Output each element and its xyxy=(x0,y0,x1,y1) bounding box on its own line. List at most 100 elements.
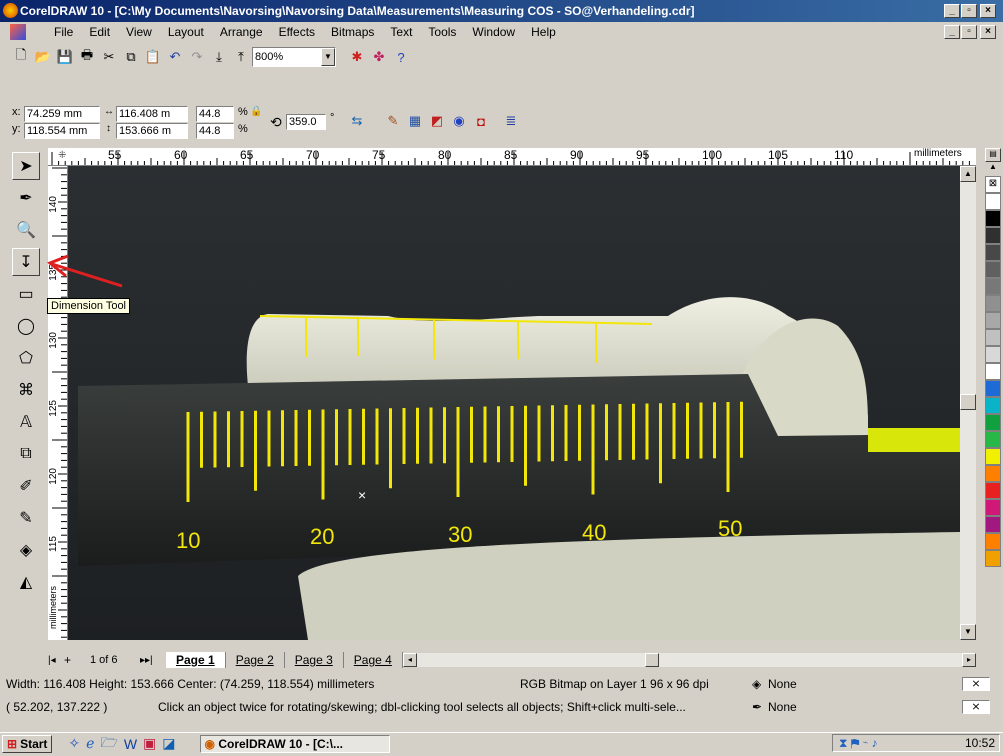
x-position-field[interactable]: 74.259 mm xyxy=(24,106,100,122)
color-mask-icon[interactable]: ◘ xyxy=(470,110,492,132)
menu-layout[interactable]: Layout xyxy=(160,22,212,42)
color-swatch[interactable] xyxy=(985,431,1001,448)
export-icon[interactable]: ⤒ xyxy=(230,46,252,68)
shape-tool-icon[interactable]: ✒ xyxy=(12,184,40,212)
menu-view[interactable]: View xyxy=(118,22,160,42)
new-icon[interactable]: 🗋 xyxy=(10,46,32,68)
menu-arrange[interactable]: Arrange xyxy=(212,22,271,42)
ie-icon[interactable]: ℯ xyxy=(86,735,94,752)
paste-icon[interactable]: 📋 xyxy=(142,46,164,68)
pick-tool-icon[interactable]: ➤ xyxy=(12,152,40,180)
whats-this-icon[interactable]: ? xyxy=(390,46,412,68)
chevron-down-icon[interactable]: ▼ xyxy=(321,48,335,66)
trace-bitmap-icon[interactable]: ✎ xyxy=(382,110,404,132)
lock-ratio-icon[interactable]: 🔒 xyxy=(250,106,262,117)
tab-page-4[interactable]: Page 4 xyxy=(344,652,403,668)
wrap-text-icon[interactable]: ≣ xyxy=(500,110,522,132)
color-swatch[interactable] xyxy=(985,346,1001,363)
start-button[interactable]: ⊞ Start xyxy=(2,734,53,753)
word-icon[interactable]: W xyxy=(124,736,137,752)
tab-page-1[interactable]: Page 1 xyxy=(166,652,226,668)
color-swatch[interactable] xyxy=(985,193,1001,210)
color-swatch[interactable] xyxy=(985,516,1001,533)
redo-icon[interactable]: ↷ xyxy=(186,46,208,68)
color-swatch[interactable] xyxy=(985,312,1001,329)
undo-icon[interactable]: ↶ xyxy=(164,46,186,68)
eyedropper-tool-icon[interactable]: ✐ xyxy=(12,472,40,500)
color-swatch[interactable] xyxy=(985,550,1001,567)
horizontal-scrollbar[interactable] xyxy=(416,653,962,667)
no-color-swatch[interactable]: ⊠ xyxy=(985,176,1001,193)
quicklaunch-icon[interactable]: ✧ xyxy=(68,735,80,752)
interactive-blend-tool-icon[interactable]: ⧉ xyxy=(12,440,40,468)
y-position-field[interactable]: 118.554 mm xyxy=(24,123,100,139)
cut-icon[interactable]: ✂ xyxy=(98,46,120,68)
scale-x-field[interactable]: 44.8 xyxy=(196,106,234,122)
horizontal-ruler[interactable]: ⁜ 55 60 65 70 75 80 85 90 95 100 105 110… xyxy=(48,148,976,166)
explorer-icon[interactable]: 🗁 xyxy=(100,732,117,756)
print-icon[interactable]: 🖶 xyxy=(76,46,98,68)
minimize-button[interactable]: _ xyxy=(944,4,960,18)
outline-tool-icon[interactable]: ✎ xyxy=(12,504,40,532)
menu-tools[interactable]: Tools xyxy=(420,22,464,42)
color-swatch[interactable] xyxy=(985,210,1001,227)
color-swatch[interactable] xyxy=(985,380,1001,397)
menu-effects[interactable]: Effects xyxy=(271,22,323,42)
color-swatch[interactable] xyxy=(985,363,1001,380)
doc-close-button[interactable]: × xyxy=(980,25,996,39)
first-page-icon[interactable]: |◂ xyxy=(48,655,64,666)
resample-icon[interactable]: ◉ xyxy=(448,110,470,132)
drawing-canvas[interactable]: 10 20 30 40 50 × xyxy=(68,166,960,640)
interactive-fill-tool-icon[interactable]: ◭ xyxy=(12,568,40,596)
zoom-select[interactable]: 800% ▼ xyxy=(252,47,336,67)
tab-page-3[interactable]: Page 3 xyxy=(285,652,344,668)
horizontal-scroll-thumb[interactable] xyxy=(644,653,659,667)
outline-swatch-icon[interactable]: ⨯ xyxy=(962,700,990,714)
color-swatch[interactable] xyxy=(985,295,1001,312)
tab-page-2[interactable]: Page 2 xyxy=(226,652,285,668)
fill-swatch-icon[interactable]: ⨯ xyxy=(962,677,990,691)
tray-icons[interactable]: ⧗ ⚑ ⌁ ♪ xyxy=(839,735,877,751)
edit-bitmap-icon[interactable]: ▦ xyxy=(404,110,426,132)
taskbar-task-coreldraw[interactable]: ◉ CorelDRAW 10 - [C:\... xyxy=(199,734,390,753)
menu-file[interactable]: File xyxy=(46,22,81,42)
powerpoint-icon[interactable]: ▣ xyxy=(143,735,156,752)
corel-online-icon[interactable]: ✤ xyxy=(368,46,390,68)
mirror-icon[interactable]: ⇆ xyxy=(346,110,368,132)
color-swatch[interactable] xyxy=(985,482,1001,499)
color-swatch[interactable] xyxy=(985,499,1001,516)
next-page-icon[interactable]: ▸▸| xyxy=(140,655,166,666)
height-field[interactable]: 153.666 m xyxy=(116,123,188,139)
basic-shapes-tool-icon[interactable]: ⌘ xyxy=(12,376,40,404)
text-tool-icon[interactable]: 𝔸 xyxy=(12,408,40,436)
scroll-down-icon[interactable]: ▼ xyxy=(960,624,976,640)
menu-bitmaps[interactable]: Bitmaps xyxy=(323,22,382,42)
rotation-field[interactable]: 359.0 xyxy=(286,114,326,130)
color-swatch[interactable] xyxy=(985,465,1001,482)
desktop-icon[interactable]: ◪ xyxy=(162,735,175,752)
menu-help[interactable]: Help xyxy=(523,22,564,42)
width-field[interactable]: 116.408 m xyxy=(116,106,188,122)
scroll-left-icon[interactable]: ◂ xyxy=(402,653,417,667)
fill-tool-icon[interactable]: ◈ xyxy=(12,536,40,564)
menu-text[interactable]: Text xyxy=(382,22,420,42)
color-swatch[interactable] xyxy=(985,261,1001,278)
color-swatch[interactable] xyxy=(985,414,1001,431)
vertical-scrollbar[interactable]: ▲ ▼ xyxy=(960,166,976,640)
save-icon[interactable]: 💾 xyxy=(54,46,76,68)
zoom-tool-icon[interactable]: 🔍 xyxy=(12,216,40,244)
ruler-origin-icon[interactable]: ⁜ xyxy=(58,150,66,161)
ellipse-tool-icon[interactable]: ◯ xyxy=(12,312,40,340)
color-swatch[interactable] xyxy=(985,278,1001,295)
vertical-ruler[interactable]: 140 135 130 125 120 115 millimeters xyxy=(48,166,68,640)
color-swatch[interactable] xyxy=(985,329,1001,346)
maximize-button[interactable]: ▫ xyxy=(961,4,977,18)
color-swatch[interactable] xyxy=(985,533,1001,550)
palette-menu-icon[interactable]: ▤ xyxy=(985,148,1001,162)
doc-restore-button[interactable]: ▫ xyxy=(961,25,977,39)
crop-bitmap-icon[interactable]: ◩ xyxy=(426,110,448,132)
menu-edit[interactable]: Edit xyxy=(81,22,118,42)
doc-minimize-button[interactable]: _ xyxy=(944,25,960,39)
copy-icon[interactable]: ⧉ xyxy=(120,46,142,68)
open-icon[interactable]: 📂 xyxy=(32,46,54,68)
